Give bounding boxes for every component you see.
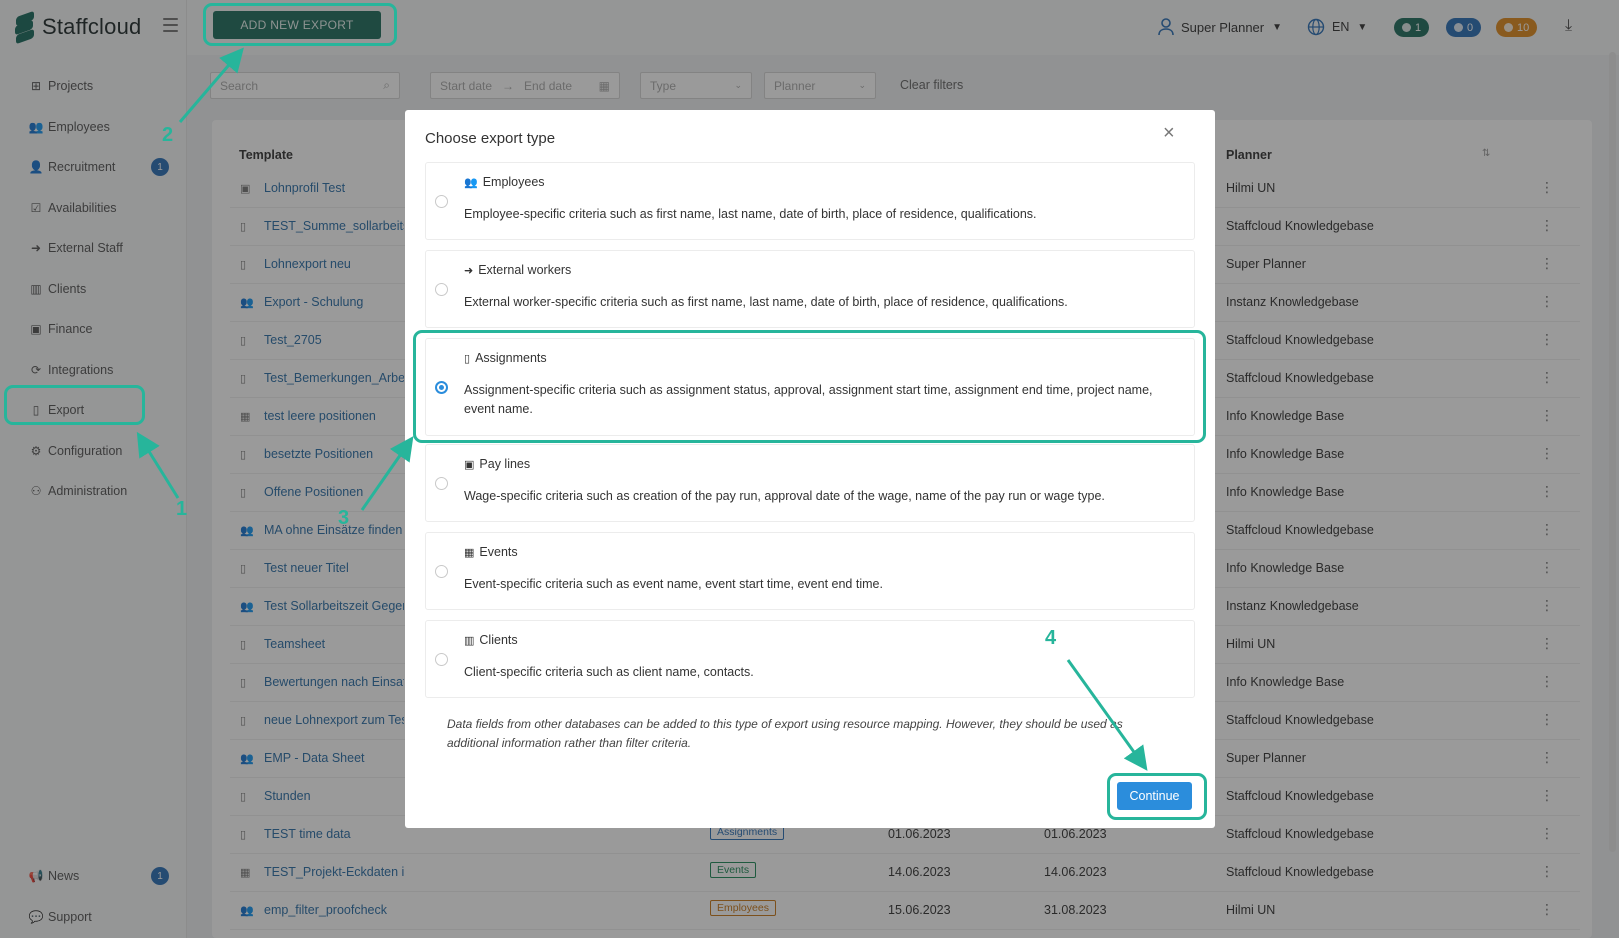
radio-button[interactable] — [435, 283, 448, 296]
building-icon: ▥ — [464, 634, 475, 647]
users-icon: 👥 — [464, 176, 478, 189]
export-option-external-workers[interactable]: ➜ External workers External worker-specifi… — [425, 250, 1195, 328]
option-description: External worker-specific criteria such a… — [464, 295, 1068, 309]
option-header: ➜ External workers — [464, 263, 571, 277]
radio-button[interactable] — [435, 653, 448, 666]
annotation-box-continue — [1107, 773, 1207, 820]
option-header: ▣ Pay lines — [464, 457, 530, 471]
option-title: External workers — [478, 263, 572, 277]
close-icon[interactable]: × — [1163, 122, 1175, 145]
annotation-number-2: 2 — [162, 124, 174, 146]
option-header: ▥ Clients — [464, 633, 518, 647]
scrollbar[interactable] — [1609, 52, 1616, 852]
annotation-number-4: 4 — [1045, 627, 1057, 649]
option-title: Events — [479, 545, 518, 559]
modal-note: Data fields from other databases can be … — [447, 717, 1123, 750]
export-option-clients[interactable]: ▥ Clients Client-specific criteria such as… — [425, 620, 1195, 698]
annotation-number-1: 1 — [176, 498, 188, 520]
export-option-pay-lines[interactable]: ▣ Pay lines Wage-specific criteria such as… — [425, 444, 1195, 522]
option-title: Employees — [482, 175, 545, 189]
option-description: Client-specific criteria such as client … — [464, 665, 754, 679]
radio-button[interactable] — [435, 477, 448, 490]
radio-button[interactable] — [435, 565, 448, 578]
option-header: 👥 Employees — [464, 175, 545, 189]
annotation-box-export-nav — [4, 385, 145, 425]
money-icon: ▣ — [464, 458, 475, 471]
option-header: ▦ Events — [464, 545, 518, 559]
option-title: Clients — [479, 633, 518, 647]
annotation-box-add-export — [203, 3, 397, 46]
export-option-employees[interactable]: 👥 Employees Employee-specific criteria suc… — [425, 162, 1195, 240]
radio-button[interactable] — [435, 195, 448, 208]
export-type-modal: Choose export type × 👥 Employees Employee-… — [405, 110, 1215, 828]
option-description: Wage-specific criteria such as creation … — [464, 489, 1105, 503]
annotation-number-3: 3 — [338, 507, 350, 529]
annotation-box-assignments — [413, 330, 1206, 443]
option-description: Employee-specific criteria such as first… — [464, 207, 1037, 221]
sign-in-icon: ➜ — [464, 264, 474, 277]
export-option-events[interactable]: ▦ Events Event-specific criteria such as e… — [425, 532, 1195, 610]
calendar-icon: ▦ — [464, 546, 475, 559]
option-description: Event-specific criteria such as event na… — [464, 577, 883, 591]
option-title: Pay lines — [479, 457, 531, 471]
modal-title: Choose export type — [425, 130, 556, 147]
